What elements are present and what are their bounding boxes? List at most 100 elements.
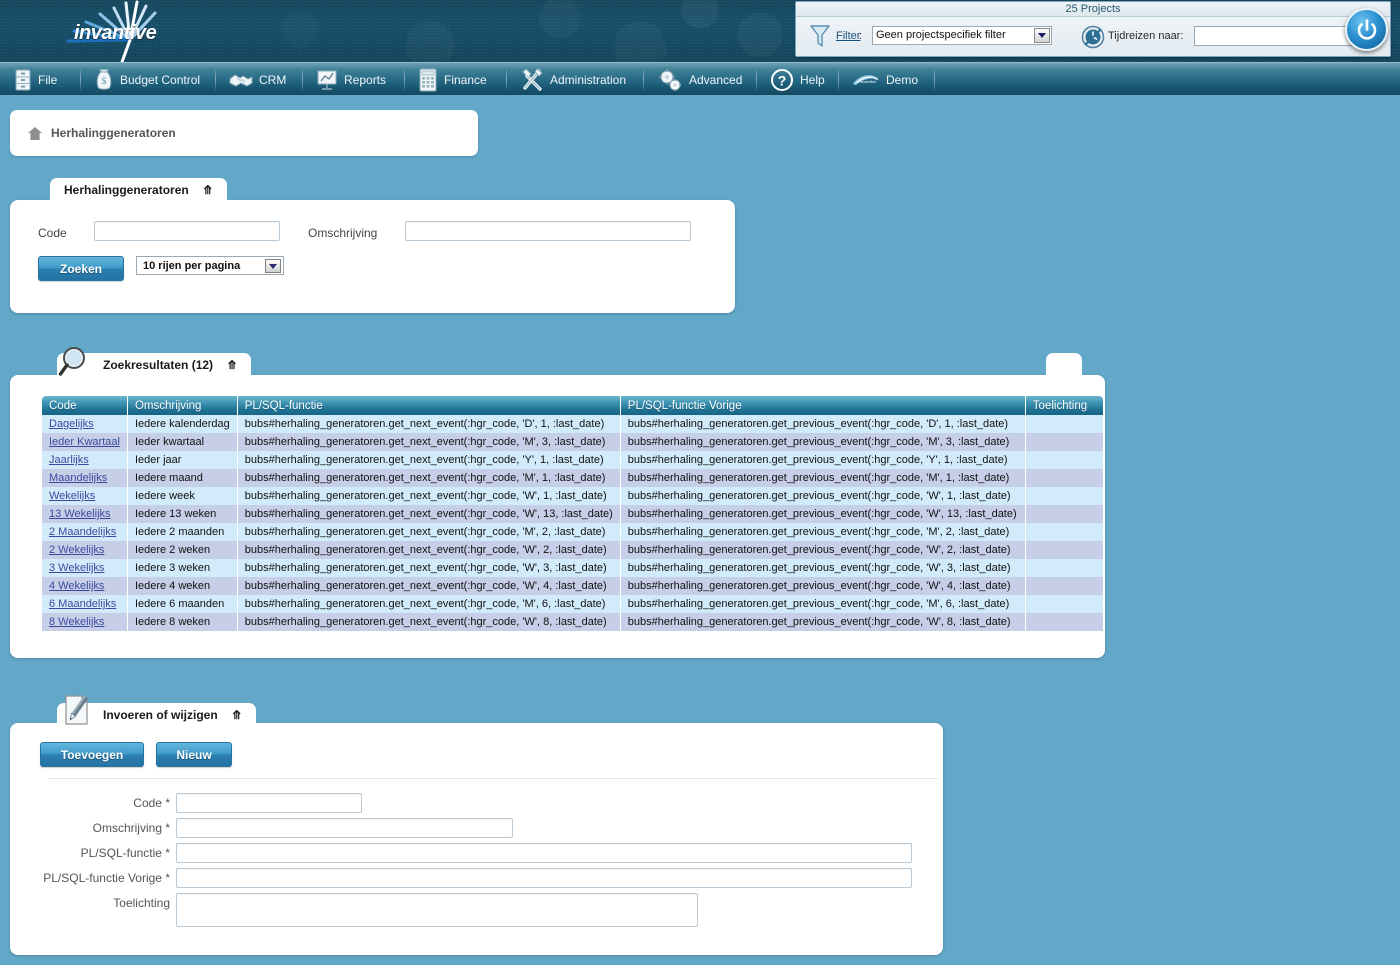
rows-per-page-select[interactable]: 10 rijen per pagina <box>136 256 284 275</box>
code-link[interactable]: 8 Wekelijks <box>49 616 104 628</box>
swoosh-logo-icon: invantive <box>853 74 879 85</box>
table-row: Wekelijks Iedere week bubs#herhaling_gener… <box>42 487 1104 505</box>
presentation-chart-icon <box>317 70 337 90</box>
cell-plsql-functie: bubs#herhaling_generatoren.get_next_even… <box>237 451 621 469</box>
code-link[interactable]: Ieder Kwartaal <box>49 436 120 448</box>
funnel-icon <box>810 25 830 47</box>
menu-item-budget-control[interactable]: $ Budget Control <box>84 63 210 96</box>
cell-plsql-functie: bubs#herhaling_generatoren.get_next_even… <box>237 577 621 595</box>
cell-omschrijving: Iedere kalenderdag <box>127 415 238 433</box>
cell-omschrijving: Ieder kwartaal <box>127 433 238 451</box>
menu-item-reports[interactable]: Reports <box>306 63 396 96</box>
cell-plsql-functie-vorige: bubs#herhaling_generatoren.get_previous_… <box>620 433 1026 451</box>
chevron-up-icon[interactable]: ⤊ <box>232 708 242 722</box>
cell-toelichting <box>1025 523 1104 541</box>
entry-panel: Toevoegen Nieuw Code * Omschrijving * PL/S… <box>10 723 943 955</box>
code-link[interactable]: 13 Wekelijks <box>49 508 111 520</box>
cell-omschrijving: Iedere 2 maanden <box>127 523 238 541</box>
cell-code: 2 Wekelijks <box>42 541 128 559</box>
cell-plsql-functie: bubs#herhaling_generatoren.get_next_even… <box>237 523 621 541</box>
chevron-down-icon[interactable] <box>1034 28 1050 43</box>
menu-divider <box>302 67 303 92</box>
breadcrumb[interactable]: Herhalinggeneratoren <box>10 110 478 156</box>
code-link[interactable]: Wekelijks <box>49 490 95 502</box>
search-code-input[interactable] <box>94 221 280 241</box>
chevron-down-icon[interactable] <box>265 259 281 273</box>
search-omschrijving-input[interactable] <box>405 221 691 241</box>
menu-item-crm[interactable]: CRM <box>219 63 296 96</box>
field-label-0: Code * <box>133 796 170 810</box>
cell-omschrijving: Iedere 2 weken <box>127 541 238 559</box>
search-panel-tab[interactable]: Herhalinggeneratoren ⤊ <box>50 178 227 202</box>
chevron-up-icon[interactable]: ⤊ <box>227 358 237 372</box>
cell-plsql-functie: bubs#herhaling_generatoren.get_next_even… <box>237 559 621 577</box>
cell-code: Dagelijks <box>42 415 128 433</box>
menu-divider <box>404 67 405 92</box>
chevron-up-icon[interactable]: ⤊ <box>203 183 213 197</box>
menu-item-administration[interactable]: Administration <box>510 63 636 96</box>
menu-label-reports: Reports <box>344 72 387 87</box>
field-input-1[interactable] <box>176 818 513 838</box>
cell-toelichting <box>1025 505 1104 523</box>
cell-code: 4 Wekelijks <box>42 577 128 595</box>
field-input-4[interactable] <box>176 893 698 927</box>
menu-label-budget-control: Budget Control <box>120 72 201 87</box>
search-button[interactable]: Zoeken <box>38 256 124 281</box>
add-button[interactable]: Toevoegen <box>40 742 144 767</box>
cell-toelichting <box>1025 433 1104 451</box>
table-row: Jaarlijks Ieder jaar bubs#herhaling_genera… <box>42 451 1104 469</box>
code-link[interactable]: Dagelijks <box>49 418 94 430</box>
cell-code: Ieder Kwartaal <box>42 433 128 451</box>
menu-item-help[interactable]: ? Help <box>760 63 835 96</box>
code-link[interactable]: 6 Maandelijks <box>49 598 116 610</box>
menu-label-file: File <box>38 72 58 87</box>
timetravel-input[interactable] <box>1194 26 1354 46</box>
clock-icon[interactable] <box>1081 25 1105 49</box>
filter-link[interactable]: Filter <box>836 30 860 42</box>
search-panel-title: Herhalinggeneratoren <box>64 183 189 197</box>
col-plsql-functie-vorige[interactable]: PL/SQL-functie Vorige <box>620 396 1026 415</box>
cell-omschrijving: Iedere week <box>127 487 238 505</box>
code-link[interactable]: Jaarlijks <box>49 454 89 466</box>
power-button[interactable] <box>1345 8 1388 51</box>
cell-code: 8 Wekelijks <box>42 613 128 631</box>
cell-plsql-functie-vorige: bubs#herhaling_generatoren.get_previous_… <box>620 451 1026 469</box>
cell-toelichting <box>1025 541 1104 559</box>
menu-item-advanced[interactable]: Advanced <box>647 63 752 96</box>
cell-omschrijving: Iedere 4 weken <box>127 577 238 595</box>
menu-divider <box>756 67 757 92</box>
menu-item-file[interactable]: File <box>4 63 67 96</box>
cell-code: 2 Maandelijks <box>42 523 128 541</box>
col-toelichting[interactable]: Toelichting <box>1025 396 1104 415</box>
code-link[interactable]: Maandelijks <box>49 472 107 484</box>
field-input-0[interactable] <box>176 793 362 813</box>
field-input-2[interactable] <box>176 843 912 863</box>
cell-plsql-functie-vorige: bubs#herhaling_generatoren.get_previous_… <box>620 595 1026 613</box>
breadcrumb-label: Herhalinggeneratoren <box>51 126 176 140</box>
new-button[interactable]: Nieuw <box>156 742 232 767</box>
col-code[interactable]: Code <box>42 396 128 415</box>
menu-label-advanced: Advanced <box>689 72 743 87</box>
menu-divider <box>643 67 644 92</box>
table-row: 6 Maandelijks Iedere 6 maanden bubs#herhal… <box>42 595 1104 613</box>
menu-item-finance[interactable]: Finance <box>408 63 497 96</box>
field-input-3[interactable] <box>176 868 912 888</box>
cell-plsql-functie: bubs#herhaling_generatoren.get_next_even… <box>237 541 621 559</box>
project-filter-select[interactable]: Geen projectspecifiek filter <box>872 26 1052 45</box>
menu-label-crm: CRM <box>259 72 287 87</box>
menu-label-finance: Finance <box>444 72 487 87</box>
code-link[interactable]: 3 Wekelijks <box>49 562 104 574</box>
main-menu-bar: File $ Budget Control CRM Reports Financ… <box>0 62 1400 95</box>
cell-plsql-functie-vorige: bubs#herhaling_generatoren.get_previous_… <box>620 541 1026 559</box>
cell-toelichting <box>1025 487 1104 505</box>
col-omschrijving[interactable]: Omschrijving <box>127 396 238 415</box>
tools-icon <box>522 67 543 91</box>
col-plsql-functie[interactable]: PL/SQL-functie <box>237 396 621 415</box>
field-label-3: PL/SQL-functie Vorige * <box>43 871 170 885</box>
cell-plsql-functie: bubs#herhaling_generatoren.get_next_even… <box>237 433 621 451</box>
menu-item-demo[interactable]: invantive Demo <box>842 63 928 96</box>
code-link[interactable]: 2 Maandelijks <box>49 526 116 538</box>
code-link[interactable]: 4 Wekelijks <box>49 580 104 592</box>
code-link[interactable]: 2 Wekelijks <box>49 544 104 556</box>
project-filter-value: Geen projectspecifiek filter <box>876 29 1006 41</box>
